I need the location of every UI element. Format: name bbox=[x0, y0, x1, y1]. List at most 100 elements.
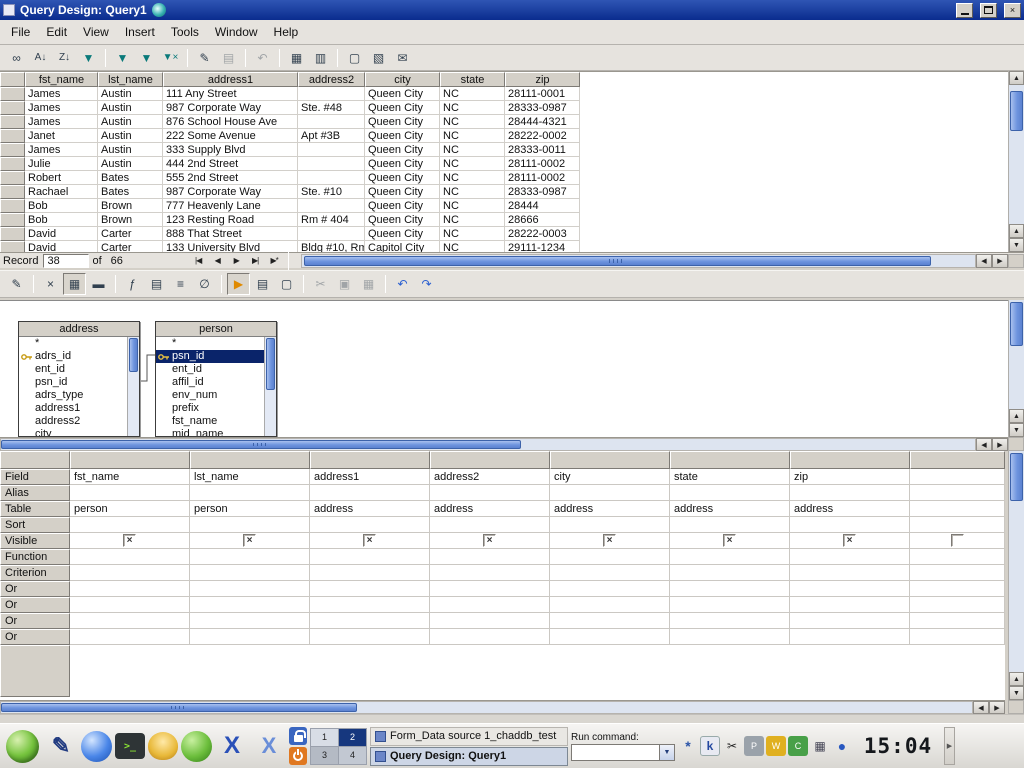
grid-cell[interactable] bbox=[670, 613, 790, 629]
result-cell[interactable]: Ste. #48 bbox=[298, 101, 365, 115]
menu-view[interactable]: View bbox=[75, 22, 117, 42]
kmenu-button[interactable] bbox=[3, 727, 41, 765]
wallet-tray-icon[interactable]: W bbox=[766, 736, 786, 756]
klipper-tray-icon[interactable]: ✂ bbox=[722, 736, 742, 756]
mail-icon[interactable]: ✉ bbox=[391, 47, 414, 69]
field-item[interactable]: fst_name bbox=[156, 415, 264, 428]
result-cell[interactable]: 888 That Street bbox=[163, 227, 298, 241]
organizer-tray-icon[interactable]: k bbox=[700, 736, 720, 756]
result-cell[interactable]: David bbox=[25, 241, 98, 252]
grid-cell[interactable] bbox=[70, 517, 190, 533]
grid-cell[interactable] bbox=[550, 485, 670, 501]
scroll-thumb[interactable] bbox=[1, 440, 521, 449]
result-cell[interactable]: Carter bbox=[98, 227, 163, 241]
grid-column-header[interactable] bbox=[430, 451, 550, 469]
grid-cell[interactable] bbox=[550, 565, 670, 581]
result-cell[interactable]: Apt #3B bbox=[298, 129, 365, 143]
field-item[interactable]: ent_id bbox=[19, 363, 127, 376]
result-cell[interactable]: 777 Heavenly Lane bbox=[163, 199, 298, 213]
scroll-track[interactable] bbox=[1009, 85, 1024, 224]
grid-cell[interactable]: address bbox=[790, 501, 910, 517]
pager-desktop-1[interactable]: 1 bbox=[311, 729, 338, 746]
result-cell[interactable]: Queen City bbox=[365, 101, 440, 115]
result-cell[interactable]: James bbox=[25, 87, 98, 101]
scroll-track[interactable] bbox=[301, 254, 976, 268]
grid-cell[interactable] bbox=[910, 629, 1005, 645]
display-tray-icon[interactable]: ▦ bbox=[810, 736, 830, 756]
grid-cell[interactable] bbox=[790, 597, 910, 613]
result-cell[interactable]: 876 School House Ave bbox=[163, 115, 298, 129]
menu-help[interactable]: Help bbox=[266, 22, 307, 42]
next-record-button[interactable]: ▶ bbox=[227, 254, 246, 268]
scroll-right-icon[interactable]: ▶ bbox=[989, 701, 1005, 714]
grid-cell[interactable] bbox=[670, 549, 790, 565]
run-command-input[interactable] bbox=[571, 744, 659, 761]
pager-desktop-3[interactable]: 3 bbox=[311, 747, 338, 764]
grid-cell[interactable] bbox=[70, 597, 190, 613]
scroll-up-icon[interactable]: ▲ bbox=[1009, 224, 1024, 238]
result-cell[interactable]: James bbox=[25, 143, 98, 157]
result-cell[interactable]: 28111-0002 bbox=[505, 171, 580, 185]
grid-cell[interactable] bbox=[670, 485, 790, 501]
menu-edit[interactable]: Edit bbox=[38, 22, 75, 42]
column-header[interactable]: fst_name bbox=[25, 72, 98, 87]
result-cell[interactable]: Queen City bbox=[365, 115, 440, 129]
find-record-icon[interactable]: ∞ bbox=[5, 47, 28, 69]
table-title[interactable]: address bbox=[19, 322, 139, 337]
new-document-icon[interactable]: ▢ bbox=[343, 47, 366, 69]
media-player-launcher-icon[interactable] bbox=[181, 731, 212, 762]
grid-cell[interactable] bbox=[910, 549, 1005, 565]
scroll-down-icon[interactable]: ▼ bbox=[1009, 686, 1024, 700]
result-cell[interactable]: 555 2nd Street bbox=[163, 171, 298, 185]
field-item[interactable]: address1 bbox=[19, 402, 127, 415]
result-cell[interactable]: Austin bbox=[98, 143, 163, 157]
grid-cell[interactable]: fst_name bbox=[70, 469, 190, 485]
result-cell[interactable]: NC bbox=[440, 157, 505, 171]
result-cell[interactable]: Bob bbox=[25, 213, 98, 227]
grid-cell[interactable]: lst_name bbox=[190, 469, 310, 485]
result-cell[interactable]: Austin bbox=[98, 101, 163, 115]
field-item[interactable]: psn_id bbox=[19, 376, 127, 389]
row-selector[interactable] bbox=[0, 241, 25, 252]
grid-cell[interactable]: zip bbox=[790, 469, 910, 485]
close-button[interactable]: × bbox=[1004, 3, 1021, 18]
konqueror-launcher-icon[interactable] bbox=[81, 731, 112, 762]
grid-cell[interactable] bbox=[430, 549, 550, 565]
grid-cell[interactable] bbox=[910, 469, 1005, 485]
result-cell[interactable]: NC bbox=[440, 227, 505, 241]
grid-cell[interactable] bbox=[310, 629, 430, 645]
visible-checkbox[interactable] bbox=[843, 534, 856, 547]
grid-cell[interactable] bbox=[670, 597, 790, 613]
result-cell[interactable]: 28333-0987 bbox=[505, 101, 580, 115]
grid-cell[interactable] bbox=[550, 581, 670, 597]
result-cell[interactable]: 333 Supply Blvd bbox=[163, 143, 298, 157]
result-cell[interactable]: 111 Any Street bbox=[163, 87, 298, 101]
grid-cell[interactable] bbox=[70, 613, 190, 629]
result-cell[interactable]: 29111-1234 bbox=[505, 241, 580, 252]
result-cell[interactable]: 28111-0001 bbox=[505, 87, 580, 101]
visible-checkbox[interactable] bbox=[363, 534, 376, 547]
grid-cell[interactable]: address bbox=[310, 501, 430, 517]
grid-cell[interactable] bbox=[70, 485, 190, 501]
grid-cell[interactable] bbox=[910, 501, 1005, 517]
result-cell[interactable]: NC bbox=[440, 199, 505, 213]
grid-cell[interactable] bbox=[670, 629, 790, 645]
copy-icon[interactable]: ▣ bbox=[333, 273, 356, 295]
grid-cell[interactable] bbox=[430, 565, 550, 581]
result-cell[interactable]: Capitol City bbox=[365, 241, 440, 252]
result-cell[interactable]: NC bbox=[440, 87, 505, 101]
result-cell[interactable] bbox=[298, 143, 365, 157]
result-cell[interactable]: Rm # 404 bbox=[298, 213, 365, 227]
first-record-button[interactable]: |◀ bbox=[189, 254, 208, 268]
design-vertical-scrollbar[interactable]: ▲ ▼ bbox=[1008, 300, 1024, 437]
grid-cell[interactable] bbox=[790, 517, 910, 533]
column-header[interactable]: zip bbox=[505, 72, 580, 87]
grid-cell[interactable] bbox=[910, 485, 1005, 501]
field-item[interactable]: * bbox=[19, 337, 127, 350]
visible-checkbox[interactable] bbox=[123, 534, 136, 547]
grid-cell[interactable] bbox=[550, 517, 670, 533]
logout-icon[interactable] bbox=[289, 747, 307, 765]
scroll-track[interactable] bbox=[1009, 451, 1024, 672]
new-query-icon[interactable]: ▢ bbox=[275, 273, 298, 295]
grid-cell[interactable] bbox=[790, 629, 910, 645]
